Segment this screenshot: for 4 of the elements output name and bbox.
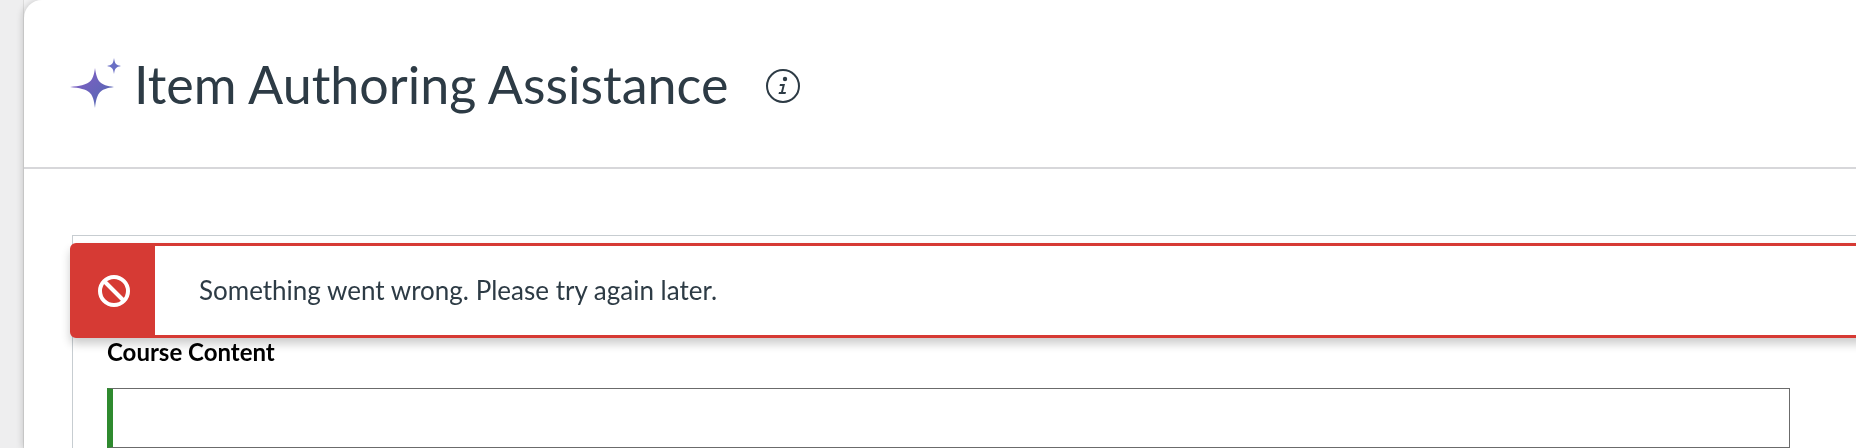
section-heading: Course Content — [107, 340, 276, 364]
alert-message: Something went wrong. Please try again later. — [198, 273, 718, 308]
info-icon[interactable] — [766, 68, 801, 103]
prohibited-icon — [97, 273, 131, 308]
